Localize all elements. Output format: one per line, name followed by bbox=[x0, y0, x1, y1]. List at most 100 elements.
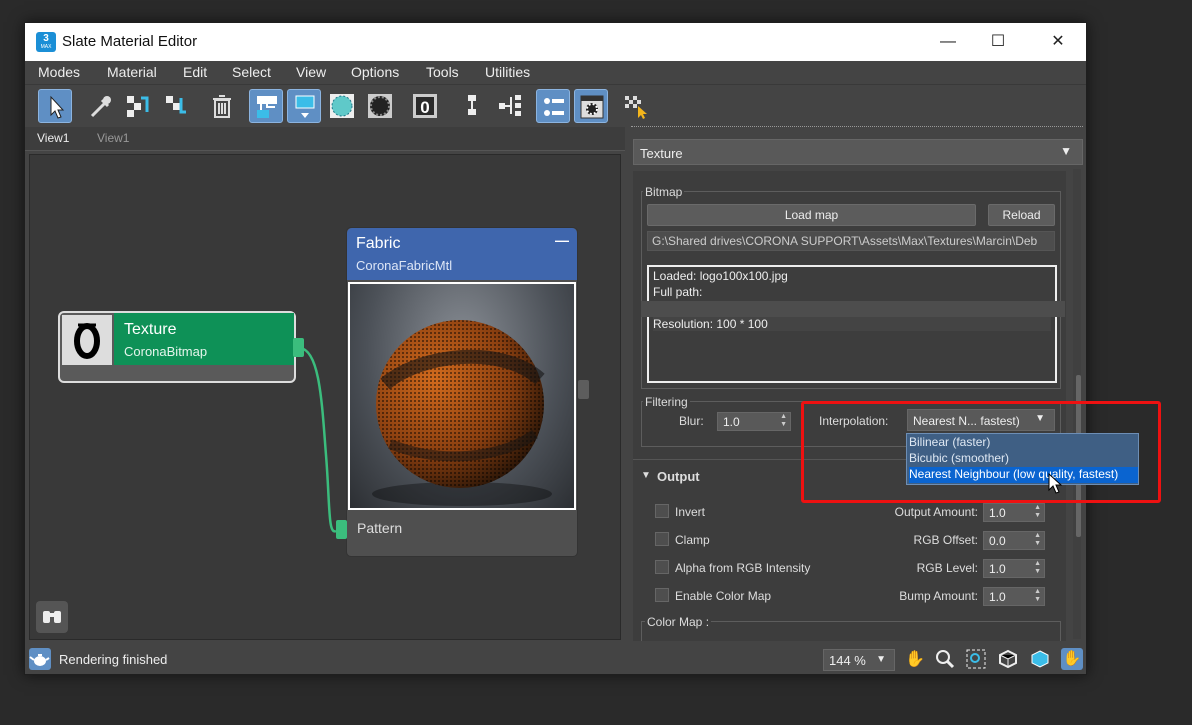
texture-thumbnail bbox=[62, 315, 112, 365]
minimize-button[interactable]: — bbox=[923, 23, 973, 61]
teapot-icon[interactable] bbox=[29, 648, 51, 670]
annotation-highlight-box bbox=[801, 401, 1161, 503]
zoom-region-icon[interactable] bbox=[965, 649, 987, 669]
map-type-value: Texture bbox=[640, 146, 683, 161]
select-tool-icon[interactable] bbox=[38, 89, 72, 123]
param-editor-icon[interactable] bbox=[574, 89, 608, 123]
svg-text:0: 0 bbox=[420, 98, 429, 117]
output-amount-spinner[interactable]: 1.0 ▲ ▼ bbox=[983, 503, 1045, 522]
bitmap-info-box: Loaded: logo100x100.jpg Full path: Resol… bbox=[641, 265, 1065, 383]
blur-spinner[interactable]: 1.0 ▲ ▼ bbox=[717, 412, 791, 431]
pan-hand-icon[interactable]: ✋ bbox=[904, 649, 926, 669]
maximize-button[interactable]: ☐ bbox=[973, 23, 1023, 61]
layout-children-icon[interactable] bbox=[287, 89, 321, 123]
menu-edit[interactable]: Edit bbox=[183, 64, 207, 80]
window-title: Slate Material Editor bbox=[62, 33, 198, 50]
output-amount-label: Output Amount: bbox=[894, 505, 978, 519]
enable-color-map-checkbox[interactable] bbox=[655, 588, 669, 602]
rgb-level-spinner[interactable]: 1.0 ▲ ▼ bbox=[983, 559, 1045, 578]
zoom-dropdown[interactable]: 144 % ▼ bbox=[823, 649, 895, 671]
blur-value: 1.0 bbox=[723, 415, 740, 429]
fabric-node-subtitle: CoronaFabricMtl bbox=[356, 258, 453, 273]
show-end-result-icon[interactable]: 0 bbox=[408, 89, 442, 123]
zoom-value: 144 % bbox=[829, 653, 866, 668]
layout-all-icon[interactable] bbox=[249, 89, 283, 123]
menu-utilities[interactable]: Utilities bbox=[485, 64, 530, 80]
alpha-rgb-label: Alpha from RGB Intensity bbox=[675, 561, 811, 575]
texture-output-socket[interactable] bbox=[293, 338, 304, 357]
alpha-rgb-checkbox[interactable] bbox=[655, 560, 669, 574]
tab-view1-active[interactable]: View1 bbox=[37, 131, 69, 145]
bump-amount-label: Bump Amount: bbox=[899, 589, 978, 603]
load-map-button[interactable]: Load map bbox=[647, 204, 976, 226]
status-text: Rendering finished bbox=[59, 652, 168, 667]
menu-options[interactable]: Options bbox=[351, 64, 399, 80]
enable-color-map-label: Enable Color Map bbox=[675, 589, 772, 603]
menu-modes[interactable]: Modes bbox=[38, 64, 80, 80]
pick-material-icon[interactable] bbox=[120, 89, 154, 123]
checker-sphere-icon[interactable] bbox=[325, 89, 359, 123]
clamp-checkbox[interactable] bbox=[655, 532, 669, 546]
spinner-arrows-icon: ▲ ▼ bbox=[1034, 504, 1041, 519]
chevron-down-icon: ▼ bbox=[876, 654, 886, 665]
bitmap-path-field[interactable]: G:\Shared drives\CORONA SUPPORT\Assets\M… bbox=[647, 231, 1055, 251]
status-bar: Rendering finished 144 % ▼ ✋ ✋ bbox=[25, 643, 1086, 674]
map-type-dropdown[interactable]: Texture ▼ bbox=[633, 139, 1083, 165]
zoom-extents-selected-icon[interactable] bbox=[1029, 649, 1051, 669]
fabric-output-socket[interactable] bbox=[578, 380, 589, 399]
menu-select[interactable]: Select bbox=[232, 64, 271, 80]
menu-tools[interactable]: Tools bbox=[426, 64, 459, 80]
bitmap-group-label: Bitmap bbox=[643, 185, 685, 199]
node-view[interactable]: Texture CoronaBitmap Fabric CoronaFabric… bbox=[29, 154, 621, 640]
blur-label: Blur: bbox=[679, 414, 704, 428]
slate-material-editor-window: 3 MAX Slate Material Editor — ☐ ✕ Modes M… bbox=[24, 22, 1087, 675]
info-fullpath: Full path: bbox=[653, 285, 703, 299]
chevron-down-icon: ▼ bbox=[1060, 144, 1072, 158]
texture-node-subtitle: CoronaBitmap bbox=[124, 344, 208, 359]
close-button[interactable]: ✕ bbox=[1033, 23, 1083, 61]
zoom-extents-icon[interactable] bbox=[997, 649, 1019, 669]
hide-children-icon[interactable] bbox=[493, 89, 527, 123]
checker-dark-icon[interactable] bbox=[363, 89, 397, 123]
view-tabs: View1 View1 bbox=[25, 127, 625, 151]
spinner-arrows-icon: ▲ ▼ bbox=[1034, 560, 1041, 575]
move-children-icon[interactable] bbox=[455, 89, 489, 123]
info-path-row bbox=[641, 301, 1065, 317]
spinner-arrows-icon: ▲ ▼ bbox=[780, 413, 787, 428]
output-amount-value: 1.0 bbox=[989, 506, 1006, 520]
rgb-level-label: RGB Level: bbox=[916, 561, 978, 575]
preview-icon[interactable] bbox=[619, 89, 653, 123]
invert-checkbox[interactable] bbox=[655, 504, 669, 518]
rgb-offset-spinner[interactable]: 0.0 ▲ ▼ bbox=[983, 531, 1045, 550]
pan-mode-icon[interactable]: ✋ bbox=[1061, 648, 1083, 670]
texture-node-title: Texture bbox=[124, 321, 177, 338]
bump-amount-spinner[interactable]: 1.0 ▲ ▼ bbox=[983, 587, 1045, 606]
texture-node[interactable]: Texture CoronaBitmap bbox=[58, 311, 296, 383]
app-icon: 3 MAX bbox=[36, 32, 56, 52]
binoculars-icon[interactable] bbox=[36, 601, 68, 633]
panel-splitter[interactable] bbox=[631, 126, 1083, 129]
reload-button[interactable]: Reload bbox=[988, 204, 1055, 226]
material-preview bbox=[348, 282, 576, 510]
pattern-slot-label: Pattern bbox=[357, 520, 403, 536]
put-to-scene-icon[interactable] bbox=[159, 89, 193, 123]
menu-material[interactable]: Material bbox=[107, 64, 157, 80]
output-title: Output bbox=[657, 469, 700, 484]
info-loaded: Loaded: logo100x100.jpg bbox=[653, 269, 788, 283]
pattern-input-socket[interactable] bbox=[336, 520, 347, 539]
parameter-panel: Texture ▼ Bitmap Load map Reload G:\Share… bbox=[633, 135, 1083, 641]
navigator-icon[interactable] bbox=[536, 89, 570, 123]
collapse-button[interactable]: — bbox=[555, 232, 569, 248]
collapse-triangle-icon: ▼ bbox=[641, 470, 651, 481]
invert-label: Invert bbox=[675, 505, 706, 519]
fabric-node[interactable]: Fabric CoronaFabricMtl — Pattern bbox=[346, 227, 578, 557]
menu-view[interactable]: View bbox=[296, 64, 326, 80]
delete-icon[interactable] bbox=[205, 89, 239, 123]
rgb-offset-label: RGB Offset: bbox=[913, 533, 978, 547]
eyedropper-icon[interactable] bbox=[83, 89, 117, 123]
info-resolution: Resolution: 100 * 100 bbox=[653, 317, 1051, 331]
spinner-arrows-icon: ▲ ▼ bbox=[1034, 588, 1041, 603]
zoom-icon[interactable] bbox=[934, 649, 956, 669]
spinner-arrows-icon: ▲ ▼ bbox=[1034, 532, 1041, 547]
tab-view1[interactable]: View1 bbox=[97, 131, 129, 145]
